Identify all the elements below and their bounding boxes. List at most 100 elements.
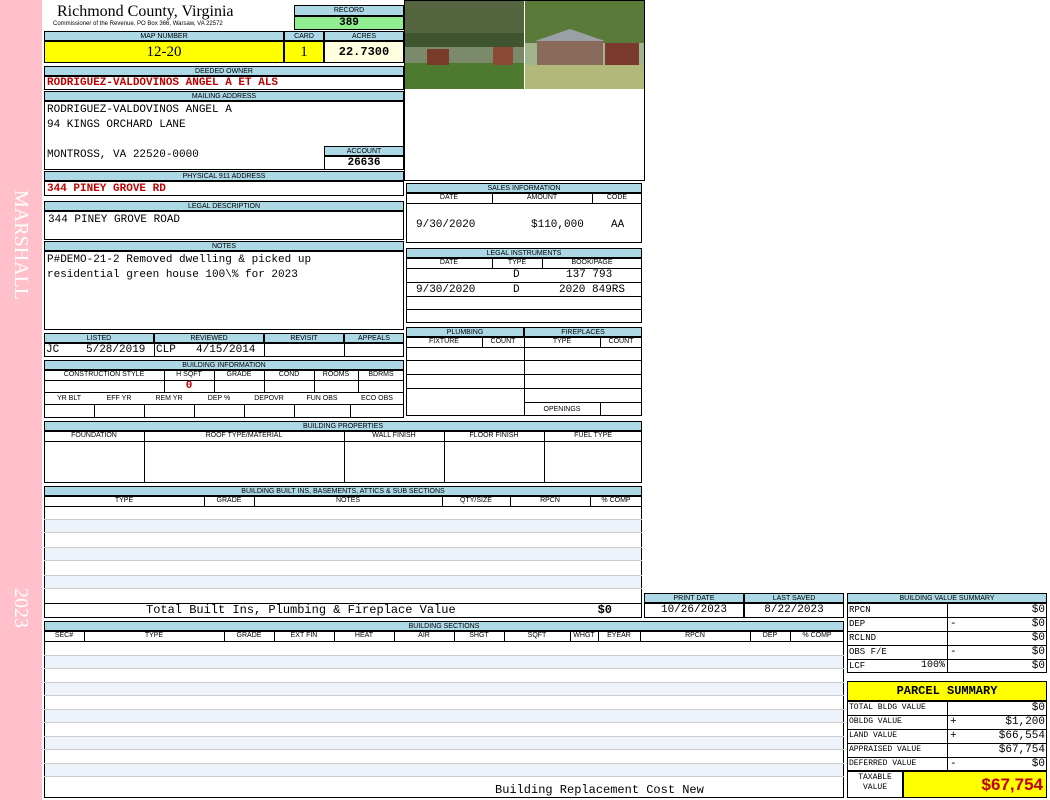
prop-col-fuel: FUEL TYPE xyxy=(574,432,612,439)
prop-col-floor: FLOOR FINISH xyxy=(469,432,519,439)
print-date-value: 10/26/2023 xyxy=(644,603,744,618)
sales-col-date: DATE xyxy=(439,194,459,201)
instr-col-date: DATE xyxy=(439,259,459,266)
sales-col-amount: AMOUNT xyxy=(526,194,558,201)
account-header: ACCOUNT xyxy=(324,146,404,156)
ps-total-bldg-label: TOTAL BLDG VALUE xyxy=(849,703,926,712)
plumb-col-fixture: FIXTURE xyxy=(429,338,459,345)
sec-col-whgt: WHGT xyxy=(573,632,595,639)
sales-header: SALES INFORMATION xyxy=(406,183,642,193)
map-number-header: MAP NUMBER xyxy=(44,31,284,41)
sales-col-code: CODE xyxy=(606,194,628,201)
fire-col-count: COUNT xyxy=(608,338,634,345)
building-info-header: BUILDING INFORMATION xyxy=(44,360,404,370)
taxable-value: $67,754 xyxy=(903,771,1047,798)
mailing-address-header: MAILING ADDRESS xyxy=(44,91,404,101)
builtins-total-value: $0 xyxy=(597,604,612,617)
vs-dep-value: $0 xyxy=(1031,618,1045,630)
ps-appraised-label: APPRAISED VALUE xyxy=(849,745,922,754)
prop-col-roof: ROOF TYPE/MATERIAL xyxy=(205,432,283,439)
sales-date: 9/30/2020 xyxy=(416,219,476,231)
sec-col-sec: SEC# xyxy=(54,632,74,639)
commissioner-address: Commissioner of the Revenue, PO Box 366,… xyxy=(53,21,223,27)
notes-header: NOTES xyxy=(44,241,404,251)
col-rem-yr: REM YR xyxy=(155,395,183,402)
bi-col-rpcn: RPCN xyxy=(540,497,560,504)
property-photo-1 xyxy=(405,1,524,89)
instr-row-1-type: D xyxy=(513,269,520,281)
account-value: 26636 xyxy=(324,156,404,170)
ps-land-label: LAND VALUE xyxy=(849,731,898,740)
bi-col-notes: NOTES xyxy=(335,497,361,504)
properties-header: BUILDING PROPERTIES xyxy=(44,421,642,431)
instr-row-2-date: 9/30/2020 xyxy=(416,284,476,296)
fire-openings-label: OPENINGS xyxy=(543,406,581,413)
ps-obldg-value: $1,200 xyxy=(1005,716,1045,728)
col-eco-obs: ECO OBS xyxy=(361,395,393,402)
listed-header: LISTED xyxy=(44,333,154,343)
county-title: Richmond County, Virginia xyxy=(57,3,234,20)
instr-row-2-type: D xyxy=(513,284,520,296)
vs-rpcn-value: $0 xyxy=(1031,604,1045,616)
col-dep-pct: DEP % xyxy=(207,395,231,402)
legal-description-value: 344 PINEY GROVE ROAD xyxy=(44,211,404,240)
listed-date: 5/28/2019 xyxy=(86,344,146,356)
sec-col-rpcn: RPCN xyxy=(685,632,705,639)
prop-col-foundation: FOUNDATION xyxy=(71,432,117,439)
bi-col-grade: GRADE xyxy=(216,497,242,504)
builtins-header: BUILDING BUILT INS, BASEMENTS, ATTICS & … xyxy=(44,486,642,496)
instr-row-1-book: 137 793 xyxy=(566,269,613,281)
card-header: CARD xyxy=(284,31,324,41)
col-eff-yr: EFF YR xyxy=(106,395,132,402)
sec-col-heat: HEAT xyxy=(354,632,374,639)
sec-col-type: TYPE xyxy=(144,632,164,639)
col-rooms: ROOMS xyxy=(322,371,350,378)
sections-header: BUILDING SECTIONS xyxy=(44,621,844,631)
vs-lcf-label: LCF xyxy=(849,661,866,671)
vs-rpcn-label: RPCN xyxy=(849,605,871,615)
bi-col-type: TYPE xyxy=(114,497,134,504)
listed-by: JC xyxy=(46,344,60,356)
fireplaces-header: FIREPLACES xyxy=(524,327,642,337)
parcel-summary-title: PARCEL SUMMARY xyxy=(847,681,1047,701)
vs-rclnd-value: $0 xyxy=(1031,632,1045,644)
prop-col-wall: WALL FINISH xyxy=(372,432,416,439)
col-cond: COND xyxy=(278,371,300,378)
ps-total-bldg-value: $0 xyxy=(1031,702,1045,714)
plumbing-header: PLUMBING xyxy=(406,327,524,337)
record-header: RECORD xyxy=(294,5,404,16)
ps-obldg-sign: + xyxy=(950,716,957,728)
reviewed-by: CLP xyxy=(156,344,176,356)
map-number-value: 12-20 xyxy=(44,41,284,63)
vs-obs-label: OBS F/E xyxy=(849,647,887,657)
physical-address-value: 344 PINEY GROVE RD xyxy=(44,181,404,196)
sec-col-sqft: SQFT xyxy=(527,632,547,639)
sidebar: MARSHALL 2023 xyxy=(0,0,42,800)
year-label: 2023 xyxy=(10,588,32,628)
sec-col-grade: GRADE xyxy=(236,632,262,639)
taxable-label-1: TAXABLE xyxy=(858,773,892,782)
sec-col-eyear: EYEAR xyxy=(607,632,631,639)
notes-line-1: P#DEMO-21-2 Removed dwelling & picked up xyxy=(47,254,312,266)
sec-col-extfin: EXT FIN xyxy=(290,632,318,639)
print-date-header: PRINT DATE xyxy=(644,593,744,603)
vs-obs-value: $0 xyxy=(1031,646,1045,658)
appeals-header: APPEALS xyxy=(344,333,404,343)
vs-rclnd-label: RCLND xyxy=(849,633,877,643)
revisit-header: REVISIT xyxy=(264,333,344,343)
sec-col-air: AIR xyxy=(418,632,430,639)
card-value: 1 xyxy=(284,41,324,63)
vs-dep-label: DEP xyxy=(849,619,866,629)
ps-appraised-value: $67,754 xyxy=(998,744,1045,756)
replacement-cost-label: Building Replacement Cost New xyxy=(495,784,704,797)
col-fun-obs: FUN OBS xyxy=(306,395,338,402)
vs-lcf-pct: 100% xyxy=(920,660,945,671)
col-construction-style: CONSTRUCTION STYLE xyxy=(63,371,145,378)
vs-dep-sign: - xyxy=(950,618,957,630)
mailing-line-1: RODRIGUEZ-VALDOVINOS ANGEL A xyxy=(47,104,232,116)
deeded-owner-value: RODRIGUEZ-VALDOVINOS ANGEL A ET ALS xyxy=(44,76,404,90)
acres-value: 22.7300 xyxy=(324,41,404,63)
ps-deferred-label: DEFERRED VALUE xyxy=(849,759,917,768)
vs-obs-sign: - xyxy=(950,646,957,658)
deeded-owner-header: DEEDED OWNER xyxy=(44,66,404,76)
